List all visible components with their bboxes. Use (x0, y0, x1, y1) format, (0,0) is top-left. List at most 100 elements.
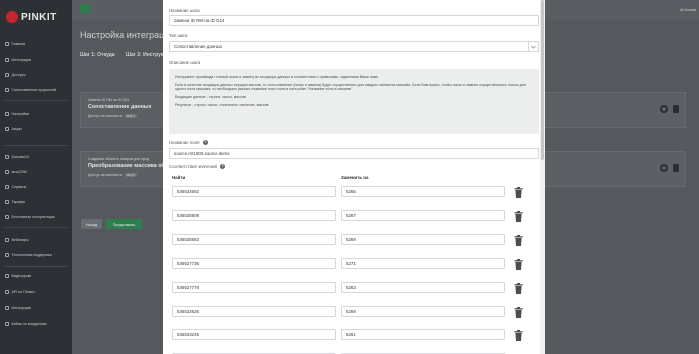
find-value-input[interactable]: 536535609 (172, 209, 336, 221)
access-label: Доступ из контекста: (88, 114, 123, 118)
replace-value-input[interactable]: 5263 (341, 281, 505, 293)
step-type-value: Сопоставление данных (174, 44, 223, 49)
sidebar-item-label: Техническая поддержка (11, 253, 52, 257)
replace-value-input[interactable]: 5267 (341, 209, 505, 221)
sidebar-item[interactable]: Главная (5, 42, 69, 46)
find-value-input[interactable]: 536527736 (172, 257, 336, 269)
book-icon (5, 306, 9, 310)
sidebar-item[interactable]: Битрикс24 (5, 155, 69, 159)
trash-icon[interactable] (514, 185, 523, 198)
trash-icon[interactable] (514, 328, 523, 342)
sidebar-item[interactable]: Бесплатная консультация (5, 215, 69, 219)
sidebar-item-label: Акции (11, 127, 22, 131)
mapping-row: 536532626 5259 (169, 305, 539, 318)
trash-icon[interactable] (514, 233, 523, 246)
step-name-label: Название шага (169, 8, 200, 13)
video-icon (5, 238, 9, 242)
sidebar-item[interactable]: Интеграции (5, 58, 69, 62)
find-value-input[interactable]: 536527778 (172, 281, 336, 293)
tag-icon (5, 127, 9, 131)
mapping-label: Соответствия значений (169, 164, 217, 169)
key-icon (5, 73, 9, 77)
trash-icon[interactable] (514, 209, 523, 222)
back-button[interactable]: Назад (81, 219, 102, 229)
sidebar-item[interactable]: API по Пинкит (5, 290, 69, 294)
gear-icon[interactable] (660, 164, 668, 172)
find-column-header: Найти (172, 175, 186, 180)
step-description: Инструмент производит точный поиск и зам… (169, 69, 539, 134)
sidebar-item-label: amoCRM (11, 170, 27, 174)
support-icon (5, 253, 9, 257)
mapping-row: 536534692 5265 (169, 186, 539, 198)
help-icon[interactable]: ? (220, 164, 226, 170)
sidebar-item[interactable]: Сервисы (5, 185, 69, 189)
sidebar-item[interactable]: Кейсы по внедрению (5, 322, 69, 326)
grid-icon (5, 185, 9, 189)
find-value-input[interactable]: 536535683 (172, 233, 336, 245)
field-name-input[interactable]: source.rnt1500.source.items (169, 148, 539, 159)
gear-icon[interactable] (660, 105, 668, 113)
mapping-row: 536527778 5263 (169, 281, 539, 294)
sidebar-item[interactable]: Настройки (5, 112, 69, 116)
sidebar-item[interactable]: Видеоуроки (5, 274, 69, 278)
cube-icon (5, 170, 9, 174)
find-value-input[interactable]: 536533245 (172, 329, 336, 341)
step-desc-label: Описание шага (169, 60, 201, 65)
mapping-row: 536533245 5261 (169, 328, 539, 342)
tab-step-1[interactable]: Шаг 1: Откуда (80, 52, 115, 58)
help-icon[interactable]: ? (202, 140, 208, 146)
mapping-row: 536535609 5267 (169, 209, 539, 222)
step-name-input[interactable]: Замена ID RM на ID G24 (169, 15, 539, 26)
chevron-down-icon[interactable] (528, 42, 538, 51)
sidebar-divider (5, 227, 67, 228)
sidebar-item[interactable]: Акции (5, 127, 69, 131)
menu-toggle-button[interactable] (80, 4, 90, 13)
trash-icon[interactable] (514, 281, 523, 294)
step-caption: Создание объекта товаров для прод (88, 157, 150, 161)
replace-value-input[interactable]: 5259 (341, 305, 505, 317)
trash-icon[interactable] (673, 164, 679, 172)
sidebar-item-label: Сопоставление сущностей (11, 88, 57, 92)
logo-text: PINKIT (21, 11, 57, 23)
sidebar-item[interactable]: amoCRM (5, 170, 69, 174)
home-icon (5, 42, 9, 46)
step-caption: Замена ID RM на ID G24 (88, 98, 130, 102)
scrollbar-thumb[interactable] (541, 0, 544, 160)
replace-column-header: Заменить на (341, 175, 369, 180)
replace-value-input[interactable]: 5271 (341, 257, 505, 269)
sidebar-item[interactable]: Доступы (5, 73, 69, 77)
sidebar: PINKIT Главная Интеграции Доступы Сопоставл… (0, 0, 72, 354)
mapping-row: 536535683 5269 (169, 233, 539, 246)
sidebar-item[interactable]: Инструкции (5, 306, 69, 310)
find-value-input[interactable]: 536532626 (172, 305, 336, 317)
sidebar-item[interactable]: Вебинары (5, 238, 69, 242)
find-value-input[interactable]: 536534692 (172, 186, 336, 197)
trash-icon[interactable] (673, 105, 679, 113)
sidebar-item-label: Инструкции (11, 306, 31, 310)
sidebar-item[interactable]: Тарифы (5, 200, 69, 204)
step-type-label: Тип шага (169, 33, 188, 38)
continue-button[interactable]: Продолжить (106, 219, 142, 229)
sidebar-item-label: Сервисы (11, 185, 27, 189)
mapping-label-wrap: Соответствия значений ? (169, 164, 226, 170)
access-chip: step2 (124, 173, 138, 177)
modal-scrollbar[interactable] (540, 0, 545, 354)
step-type-select[interactable]: Сопоставление данных (169, 41, 539, 52)
trash-icon[interactable] (514, 305, 523, 318)
gear-icon (5, 112, 9, 116)
user-name[interactable]: Al Kovan (680, 7, 696, 12)
trash-icon[interactable] (514, 257, 523, 270)
puzzle-icon (5, 58, 9, 62)
cube-icon (5, 155, 9, 159)
replace-value-input[interactable]: 5261 (341, 329, 505, 341)
sidebar-item[interactable]: Техническая поддержка (5, 253, 69, 257)
app-logo[interactable]: PINKIT (6, 10, 66, 24)
sidebar-item-label: Интеграции (11, 58, 32, 62)
sidebar-item[interactable]: Сопоставление сущностей (5, 88, 69, 92)
sidebar-item-label: Бесплатная консультация (11, 215, 55, 219)
sidebar-item-label: Главная (11, 42, 26, 46)
replace-value-input[interactable]: 5265 (341, 186, 505, 197)
tab-step-2[interactable]: Шаг 2: Инструк (126, 52, 163, 58)
field-name-label: Название поля (169, 140, 200, 145)
replace-value-input[interactable]: 5269 (341, 233, 505, 245)
